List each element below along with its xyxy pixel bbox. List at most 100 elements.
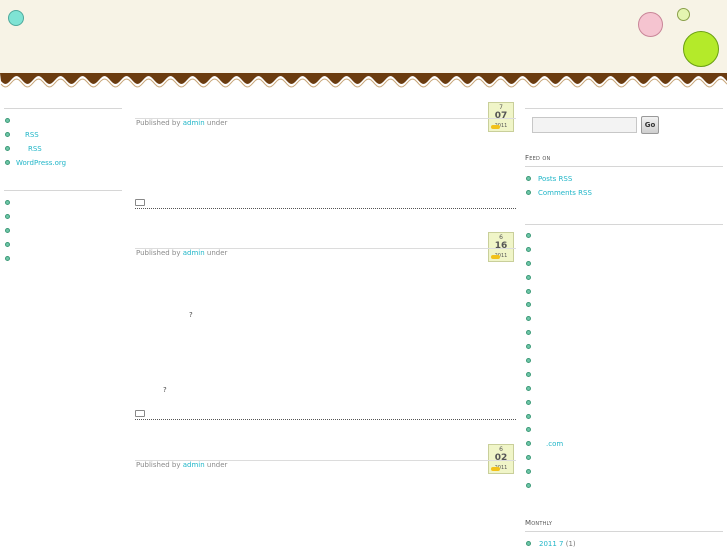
comment-icon[interactable]: [135, 410, 145, 417]
archive-count: (1): [565, 540, 576, 548]
site-header: [0, 0, 727, 76]
date-badge: 6 02 2011: [488, 444, 514, 474]
list-item[interactable]: [525, 451, 723, 465]
bullet-icon: [526, 288, 531, 294]
bullet-icon: [526, 455, 531, 461]
widget-divider: [4, 108, 122, 109]
bullet-icon: [526, 441, 531, 447]
ribbon-icon: [491, 255, 500, 259]
rss-link[interactable]: RSS: [16, 131, 39, 139]
list-item[interactable]: [525, 229, 723, 243]
bullet-icon: [526, 371, 531, 377]
author-link[interactable]: admin: [183, 461, 205, 469]
search-go-button[interactable]: Go: [641, 116, 659, 134]
comment-icon[interactable]: [135, 199, 145, 206]
date-day: 02: [494, 453, 508, 463]
list-item[interactable]: RSS: [4, 142, 122, 156]
list-item[interactable]: [525, 257, 723, 271]
list-item[interactable]: [4, 196, 122, 210]
category-list: .com: [525, 229, 723, 493]
widget-divider: [4, 190, 122, 191]
ribbon-icon: [491, 467, 500, 471]
list-item[interactable]: RSS: [4, 128, 122, 142]
post-meta: Published by admin under: [136, 461, 227, 469]
list-item[interactable]: [525, 326, 723, 340]
bullet-icon: [526, 274, 531, 280]
bullet-icon: [5, 200, 10, 205]
bullet-icon: [526, 233, 531, 238]
date-month: 7: [499, 104, 503, 111]
widget-divider: [525, 108, 723, 109]
bullet-icon: [526, 469, 531, 475]
list-item[interactable]: 2011 7 (1): [525, 537, 723, 551]
bullet-icon: [526, 330, 531, 336]
bullet-icon: [526, 302, 531, 308]
list-item[interactable]: [4, 238, 122, 252]
list-item[interactable]: [4, 114, 122, 128]
list-item[interactable]: [525, 396, 723, 410]
widget-divider: [525, 224, 723, 225]
bullet-icon: [5, 132, 10, 137]
list-item[interactable]: [525, 298, 723, 312]
widget-divider: [525, 531, 723, 532]
teal-circle-decoration: [8, 10, 24, 26]
bullet-icon: [526, 260, 531, 266]
wordpress-link[interactable]: WordPress.org: [16, 159, 66, 167]
list-item[interactable]: [525, 423, 723, 437]
list-item[interactable]: [4, 252, 122, 266]
pink-circle-decoration: [638, 12, 663, 37]
list-item[interactable]: Comments RSS: [525, 186, 723, 200]
date-month: 6: [499, 234, 503, 241]
bullet-icon: [526, 413, 531, 419]
bullet-icon: [5, 228, 10, 233]
bullet-icon: [526, 483, 531, 489]
list-item[interactable]: [525, 285, 723, 299]
list-item[interactable]: [525, 271, 723, 285]
post-meta: Published by admin under: [136, 119, 227, 127]
list-item[interactable]: [525, 340, 723, 354]
list-item[interactable]: [525, 479, 723, 493]
comments-rss-link[interactable]: Comments RSS: [538, 189, 592, 197]
post-divider: [135, 419, 516, 420]
list-item[interactable]: [525, 368, 723, 382]
list-item[interactable]: [4, 210, 122, 224]
bullet-icon: [526, 399, 531, 405]
list-item[interactable]: [4, 224, 122, 238]
list-item[interactable]: WordPress.org: [4, 156, 122, 170]
bullet-icon: [5, 160, 10, 165]
bullet-icon: [526, 385, 531, 391]
secondary-widget: [4, 196, 122, 266]
posts-rss-link[interactable]: Posts RSS: [538, 175, 572, 183]
left-sidebar: RSS RSS WordPress.org: [4, 108, 122, 266]
date-day: 07: [494, 111, 508, 121]
links-widget: RSS RSS WordPress.org: [4, 114, 122, 170]
widget-divider: [525, 166, 723, 167]
category-link[interactable]: .com: [538, 440, 563, 448]
post-meta: Published by admin under: [136, 249, 227, 257]
search-input[interactable]: [532, 117, 637, 133]
bullet-icon: [526, 176, 531, 181]
bullet-icon: [5, 118, 10, 123]
list-item[interactable]: .com: [525, 437, 723, 451]
rss-link[interactable]: RSS: [16, 145, 42, 153]
list-item[interactable]: [525, 312, 723, 326]
list-item[interactable]: [525, 354, 723, 368]
bullet-icon: [526, 427, 531, 433]
feed-list: Posts RSS Comments RSS: [525, 172, 723, 200]
bullet-icon: [526, 246, 531, 252]
date-day: 16: [494, 241, 508, 251]
list-item[interactable]: [525, 243, 723, 257]
bullet-icon: [526, 189, 531, 195]
list-item[interactable]: [525, 410, 723, 424]
date-month: 6: [499, 446, 503, 453]
author-link[interactable]: admin: [183, 249, 205, 257]
scalloped-border: [0, 73, 727, 88]
post-text: ?: [163, 386, 167, 394]
list-item[interactable]: [525, 465, 723, 479]
list-item[interactable]: [525, 382, 723, 396]
author-link[interactable]: admin: [183, 119, 205, 127]
list-item[interactable]: Posts RSS: [525, 172, 723, 186]
archive-link[interactable]: 2011 7: [538, 540, 564, 548]
bullet-icon: [526, 344, 531, 350]
monthly-archive-list: 2011 7 (1): [525, 537, 723, 551]
